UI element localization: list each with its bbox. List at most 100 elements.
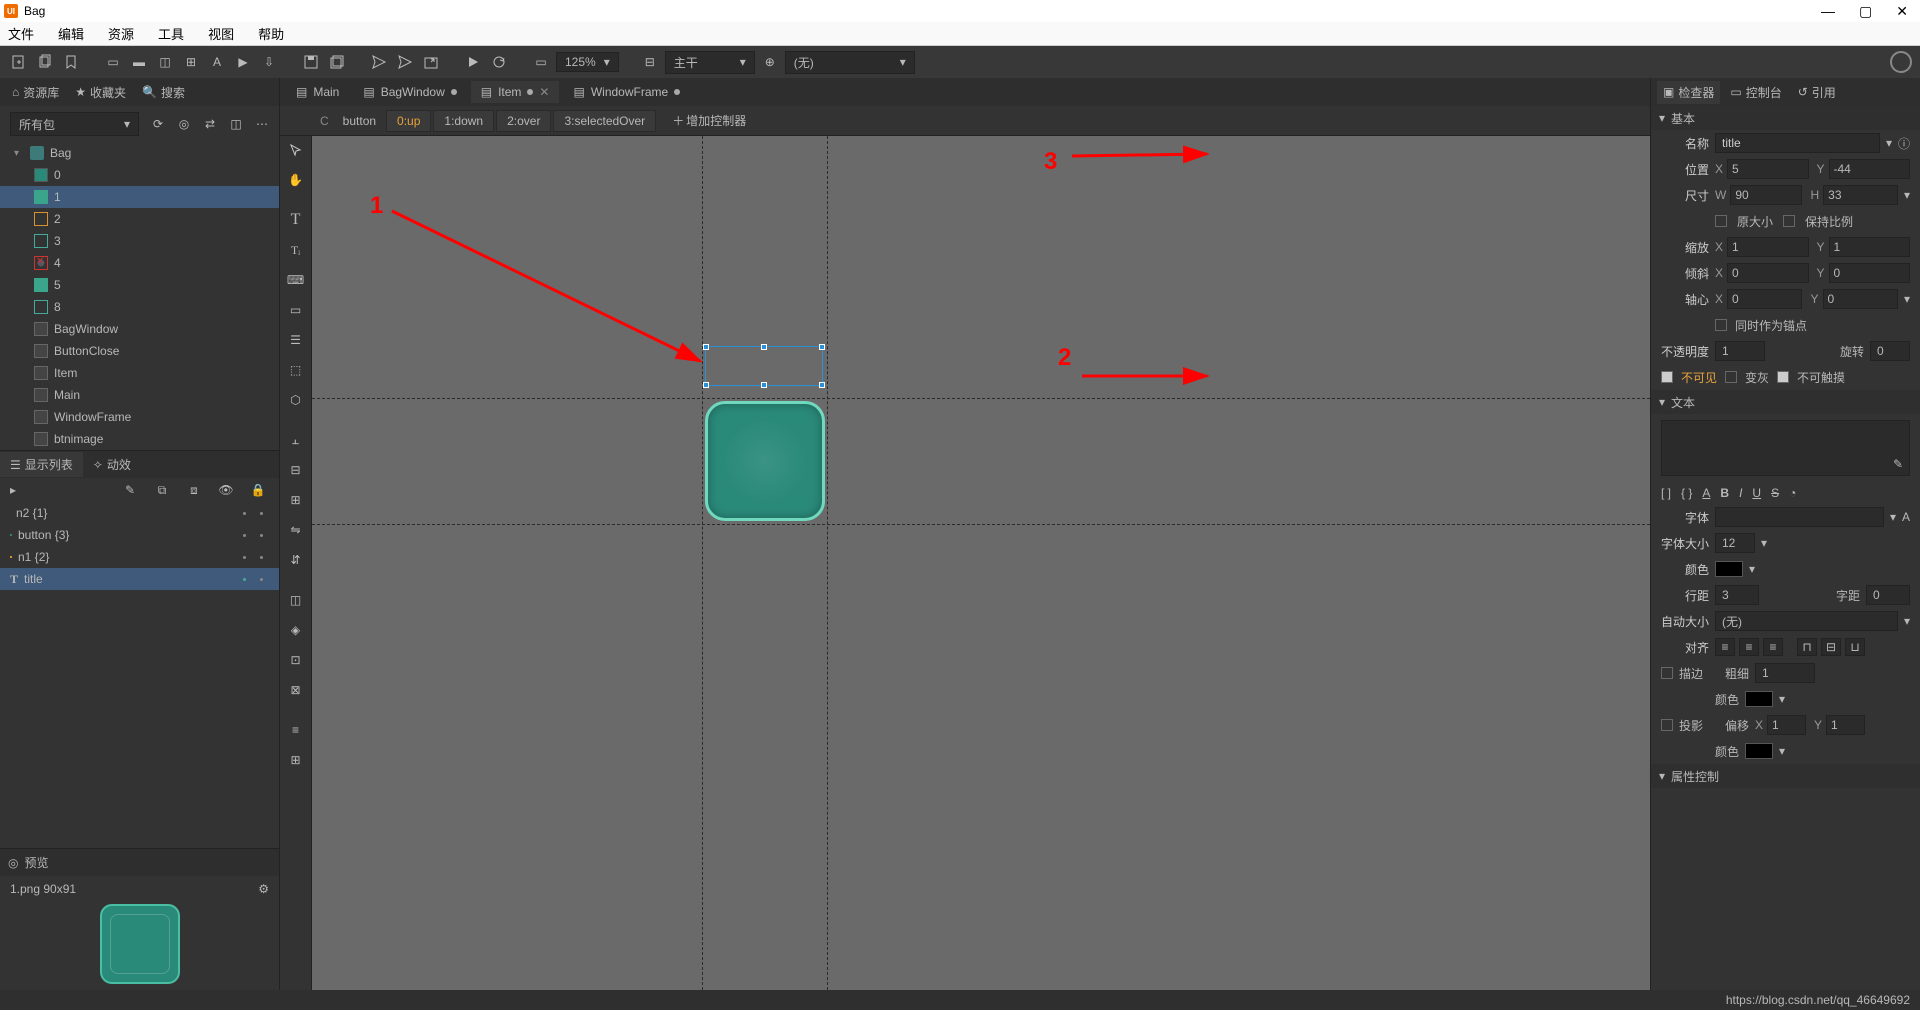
name-input[interactable] <box>1715 133 1880 153</box>
split-icon[interactable]: ◫ <box>225 113 247 135</box>
tab-library[interactable]: ⌂资源库 <box>6 82 65 103</box>
align-left-button[interactable]: ≡ <box>1715 638 1735 656</box>
state-button[interactable]: 0:up <box>386 110 431 132</box>
tab-main[interactable]: ▤Main <box>286 81 349 103</box>
avatar[interactable] <box>1890 51 1912 73</box>
section-attr-control[interactable]: ▾属性控制 <box>1651 764 1920 788</box>
menu-edit[interactable]: 编辑 <box>58 24 84 43</box>
tree-item[interactable]: 3 <box>0 230 279 252</box>
chevron-down-icon[interactable]: ▾ <box>1749 562 1755 576</box>
rotation-input[interactable]: 0 <box>1870 341 1910 361</box>
menu-file[interactable]: 文件 <box>8 24 34 43</box>
3d-tool[interactable]: ⬡ <box>286 390 306 410</box>
state-button[interactable]: 1:down <box>433 110 494 132</box>
tree-item[interactable]: 4 <box>0 252 279 274</box>
gear-icon[interactable]: ⚙ <box>258 882 269 896</box>
export-icon[interactable] <box>420 51 442 73</box>
tree-item[interactable]: BagWindow <box>0 318 279 340</box>
arrange-tool[interactable]: ⊞ <box>286 490 306 510</box>
distribute-tool[interactable]: ⊟ <box>286 460 306 480</box>
skew-x-input[interactable]: 0 <box>1727 263 1808 283</box>
menu-resource[interactable]: 资源 <box>108 24 134 43</box>
input-tool[interactable]: ⌨ <box>286 270 306 290</box>
align-tool[interactable]: ⫠ <box>286 430 306 450</box>
save-all-icon[interactable] <box>326 51 348 73</box>
width-input[interactable]: 90 <box>1730 185 1802 205</box>
richtext-tool[interactable]: Tᵢ <box>286 240 306 260</box>
chevron-down-icon[interactable]: ▾ <box>1904 292 1910 306</box>
tab-windowframe[interactable]: ▤WindowFrame <box>563 81 690 103</box>
section-text[interactable]: ▾文本 <box>1651 390 1920 414</box>
list-item[interactable]: Ttitle <box>0 568 279 590</box>
chevron-down-icon[interactable]: ▾ <box>1904 614 1910 628</box>
flip-v-tool[interactable]: ⇵ <box>286 550 306 570</box>
pos-y-input[interactable]: -44 <box>1829 159 1910 179</box>
send2-icon[interactable] <box>394 51 416 73</box>
tool-a[interactable]: ◫ <box>286 590 306 610</box>
keep-ratio-check[interactable] <box>1783 215 1795 227</box>
tab-console[interactable]: ▭控制台 <box>1724 81 1787 104</box>
refresh-icon[interactable] <box>488 51 510 73</box>
tree-item[interactable]: btnimage <box>0 428 279 450</box>
menu-view[interactable]: 视图 <box>208 24 234 43</box>
tab-bagwindow[interactable]: ▤BagWindow <box>353 81 466 103</box>
chevron-down-icon[interactable]: ▾ <box>1779 744 1785 758</box>
more-icon[interactable]: ⋯ <box>251 113 273 135</box>
tb-icon-2[interactable]: ▬ <box>128 51 150 73</box>
align-right-button[interactable]: ≡ <box>1763 638 1783 656</box>
maximize-icon[interactable]: ▢ <box>1859 3 1872 20</box>
group-icon[interactable]: ⧉ <box>151 479 173 501</box>
tool-e[interactable]: ≡ <box>286 720 306 740</box>
tb-icon-6[interactable]: ▶ <box>232 51 254 73</box>
menu-help[interactable]: 帮助 <box>258 24 284 43</box>
tb-icon-3[interactable]: ◫ <box>154 51 176 73</box>
pos-x-input[interactable]: 5 <box>1727 159 1808 179</box>
valign-top-button[interactable]: ⊓ <box>1797 638 1817 656</box>
brackets-icon[interactable]: [ ] <box>1661 486 1671 500</box>
pointer-tool[interactable] <box>286 140 306 160</box>
tab-inspector[interactable]: ▣检查器 <box>1657 81 1720 104</box>
tool-d[interactable]: ⊠ <box>286 680 306 700</box>
tree-item[interactable]: 0 <box>0 164 279 186</box>
shadow-x-input[interactable]: 1 <box>1767 715 1806 735</box>
untouchable-check[interactable] <box>1777 371 1789 383</box>
tree-item[interactable]: WindowFrame <box>0 406 279 428</box>
skew-y-input[interactable]: 0 <box>1829 263 1910 283</box>
leading-input[interactable]: 3 <box>1715 585 1759 605</box>
tab-display-list[interactable]: ☰显示列表 <box>0 452 83 477</box>
tool-c[interactable]: ⊡ <box>286 650 306 670</box>
a-icon[interactable]: A <box>1702 486 1710 500</box>
pivot-y-input[interactable]: 0 <box>1823 289 1898 309</box>
controller-name[interactable]: button <box>335 111 384 131</box>
tree-item[interactable]: ButtonClose <box>0 340 279 362</box>
globe-icon[interactable]: ⊕ <box>759 51 781 73</box>
state-button[interactable]: 3:selectedOver <box>553 110 656 132</box>
italic-icon[interactable]: I <box>1739 486 1742 500</box>
tb-icon-4[interactable]: ⊞ <box>180 51 202 73</box>
rect-tool[interactable]: ▭ <box>286 300 306 320</box>
text-color-swatch[interactable] <box>1715 561 1743 577</box>
stroke-check[interactable] <box>1661 667 1673 679</box>
target-icon[interactable]: ◎ <box>173 113 195 135</box>
minimize-icon[interactable]: — <box>1821 3 1835 20</box>
tab-item[interactable]: ▤Item✕ <box>471 81 560 103</box>
flip-h-tool[interactable]: ⇋ <box>286 520 306 540</box>
device-icon[interactable]: ▭ <box>530 51 552 73</box>
stroke-color-swatch[interactable] <box>1745 691 1773 707</box>
valign-bot-button[interactable]: ⊔ <box>1845 638 1865 656</box>
ungroup-icon[interactable]: ⧈ <box>183 479 205 501</box>
opacity-input[interactable]: 1 <box>1715 341 1765 361</box>
zoom-dropdown[interactable]: 125% ▾ <box>556 52 619 72</box>
add-controller[interactable]: 增加控制器 <box>686 112 746 129</box>
close-tab-icon[interactable]: ✕ <box>539 85 549 99</box>
tab-search[interactable]: 🔍搜索 <box>136 82 191 103</box>
info-icon[interactable]: ⓘ <box>1898 135 1910 152</box>
invisible-check[interactable] <box>1661 371 1673 383</box>
layer-dropdown[interactable]: 主干 ▾ <box>665 51 755 74</box>
tab-reference[interactable]: ↺引用 <box>1792 81 1842 104</box>
valign-mid-button[interactable]: ⊟ <box>1821 638 1841 656</box>
shadow-color-swatch[interactable] <box>1745 743 1773 759</box>
braces-icon[interactable]: { } <box>1681 486 1692 500</box>
section-basic[interactable]: ▾基本 <box>1651 106 1920 130</box>
tree-item[interactable]: Main <box>0 384 279 406</box>
